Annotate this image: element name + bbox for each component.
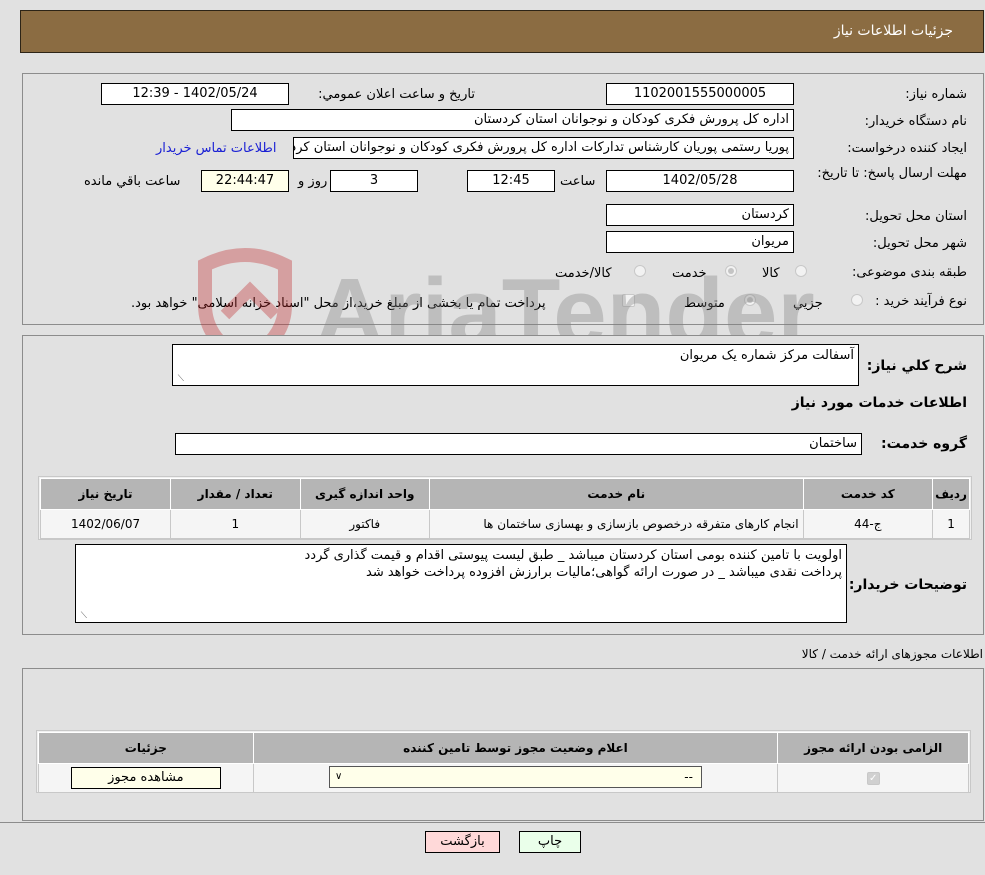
permit-required-checkbox: ✓ [866, 772, 880, 785]
view-permit-button[interactable]: مشاهده مجوز [70, 767, 221, 789]
buyer-contact-link[interactable]: اطلاعات تماس خریدار [156, 141, 276, 156]
buyer-notes-textarea[interactable]: اولویت با تامین کننده بومی استان کردستان… [75, 544, 847, 623]
city-field: مریوان [606, 231, 794, 253]
category-option-goods: کالا [762, 266, 780, 281]
page-header: جزئیات اطلاعات نیاز [20, 10, 984, 53]
table-row: 1 ج-44 انجام کارهای متفرقه درخصوص بازساز… [39, 509, 970, 539]
resize-grip-icon[interactable]: ⟋ [176, 375, 184, 384]
buyer-org-label: نام دستگاه خریدار: [864, 114, 967, 129]
treasury-checkbox[interactable] [622, 294, 635, 307]
city-label: شهر محل تحویل: [872, 236, 967, 251]
announce-field: 1402/05/24 - 12:39 [101, 83, 289, 105]
buyer-notes-line-1: اولویت با تامین کننده بومی استان کردستان… [304, 548, 843, 563]
cell-quantity: 1 [170, 509, 301, 539]
deadline-label: مهلت ارسال پاسخ: تا تاریخ: [817, 166, 967, 181]
buyer-notes-line-2: پرداخت نقدی میباشد _ در صورت ارائه گواهی… [366, 565, 842, 580]
page-title: جزئیات اطلاعات نیاز [833, 23, 953, 39]
category-option-service: خدمت [672, 266, 707, 281]
cell-service-code: ج-44 [802, 509, 934, 539]
days-label: روز و [298, 174, 328, 189]
deadline-time-field: 12:45 [467, 170, 555, 192]
process-label: نوع فرآیند خرید : [875, 294, 967, 309]
deadline-time-label: ساعت [560, 174, 596, 189]
col-service-code: کد خدمت [802, 478, 934, 510]
description-textarea[interactable]: آسفالت مرکز شماره یک مریوان ⟋ [172, 344, 859, 386]
col-need-date: تاریخ نیاز [39, 478, 172, 510]
process-radio-minor[interactable] [851, 294, 863, 306]
chevron-down-icon: ∨ [334, 770, 343, 782]
deadline-date-field: 1402/05/28 [606, 170, 794, 192]
cell-service-name: انجام کارهای متفرقه درخصوص بازسازی و بهس… [428, 509, 804, 539]
col-service-name: نام خدمت [428, 478, 804, 510]
announce-label: تاریخ و ساعت اعلان عمومي: [318, 87, 475, 102]
process-radio-medium[interactable] [744, 294, 756, 306]
footer-divider [0, 822, 985, 823]
cell-need-date: 1402/06/07 [39, 509, 172, 539]
col-unit: واحد اندازه گیری [299, 478, 430, 510]
process-option-minor: جزيي [793, 296, 823, 311]
col-permit-details: جزئیات [38, 732, 254, 764]
table-row: ✓ -- ∨ مشاهده مجوز [38, 763, 969, 793]
permits-table-header: الزامی بودن ارائه مجوز اعلام وضعیت مجوز … [38, 732, 969, 764]
permit-status-select[interactable]: -- ∨ [328, 765, 702, 788]
province-label: استان محل تحویل: [865, 209, 967, 224]
cell-unit: فاکتور [299, 509, 430, 539]
days-remaining-field: 3 [330, 170, 418, 192]
service-group-field: ساختمان [175, 433, 862, 455]
services-title: اطلاعات خدمات مورد نیاز [791, 395, 967, 411]
col-quantity: تعداد / مقدار [170, 478, 301, 510]
cell-permit-status: -- ∨ [252, 763, 779, 793]
category-option-goods-service: کالا/خدمت [555, 266, 612, 281]
buyer-notes-label: توضیحات خریدار: [848, 577, 967, 593]
print-button[interactable]: چاپ [519, 831, 581, 853]
col-row-number: ردیف [932, 478, 970, 510]
category-radio-service[interactable] [725, 265, 737, 277]
requester-field: پوريا رستمی پوريان کارشناس تدارکات اداره… [293, 137, 794, 159]
cell-row-number: 1 [932, 509, 970, 539]
permit-status-value: -- [684, 769, 693, 784]
requester-label: ایجاد کننده درخواست: [847, 141, 967, 156]
need-number-label: شماره نیاز: [905, 87, 967, 102]
permits-table: الزامی بودن ارائه مجوز اعلام وضعیت مجوز … [38, 732, 969, 793]
resize-grip-icon[interactable]: ⟋ [79, 612, 87, 621]
permits-title: اطلاعات مجوزهای ارائه خدمت / کالا [801, 647, 983, 661]
cell-permit-required: ✓ [777, 763, 969, 793]
province-field: کردستان [606, 204, 794, 226]
treasury-text: پرداخت تمام یا بخشی از مبلغ خرید،از محل … [131, 296, 546, 311]
category-radio-goods-service[interactable] [634, 265, 646, 277]
description-label: شرح کلي نیاز: [866, 358, 967, 374]
remaining-time-label: ساعت باقي مانده [84, 174, 181, 189]
remaining-time-field: 22:44:47 [201, 170, 289, 192]
service-group-label: گروه خدمت: [881, 436, 967, 452]
col-permit-required: الزامی بودن ارائه مجوز [777, 732, 969, 764]
buyer-org-field: اداره کل پرورش فکری کودکان و نوجوانان اس… [231, 109, 794, 131]
category-radio-goods[interactable] [795, 265, 807, 277]
back-button[interactable]: بازگشت [425, 831, 500, 853]
need-number-field: 1102001555000005 [606, 83, 794, 105]
category-label: طبقه بندی موضوعی: [851, 265, 967, 280]
description-text: آسفالت مرکز شماره یک مریوان [679, 348, 854, 363]
cell-permit-details: مشاهده مجوز [38, 763, 254, 793]
services-table: ردیف کد خدمت نام خدمت واحد اندازه گیری ت… [39, 478, 970, 539]
process-option-medium: متوسط [684, 296, 725, 311]
col-permit-status: اعلام وضعیت مجوز توسط تامین کننده [252, 732, 779, 764]
services-table-header: ردیف کد خدمت نام خدمت واحد اندازه گیری ت… [39, 478, 970, 510]
